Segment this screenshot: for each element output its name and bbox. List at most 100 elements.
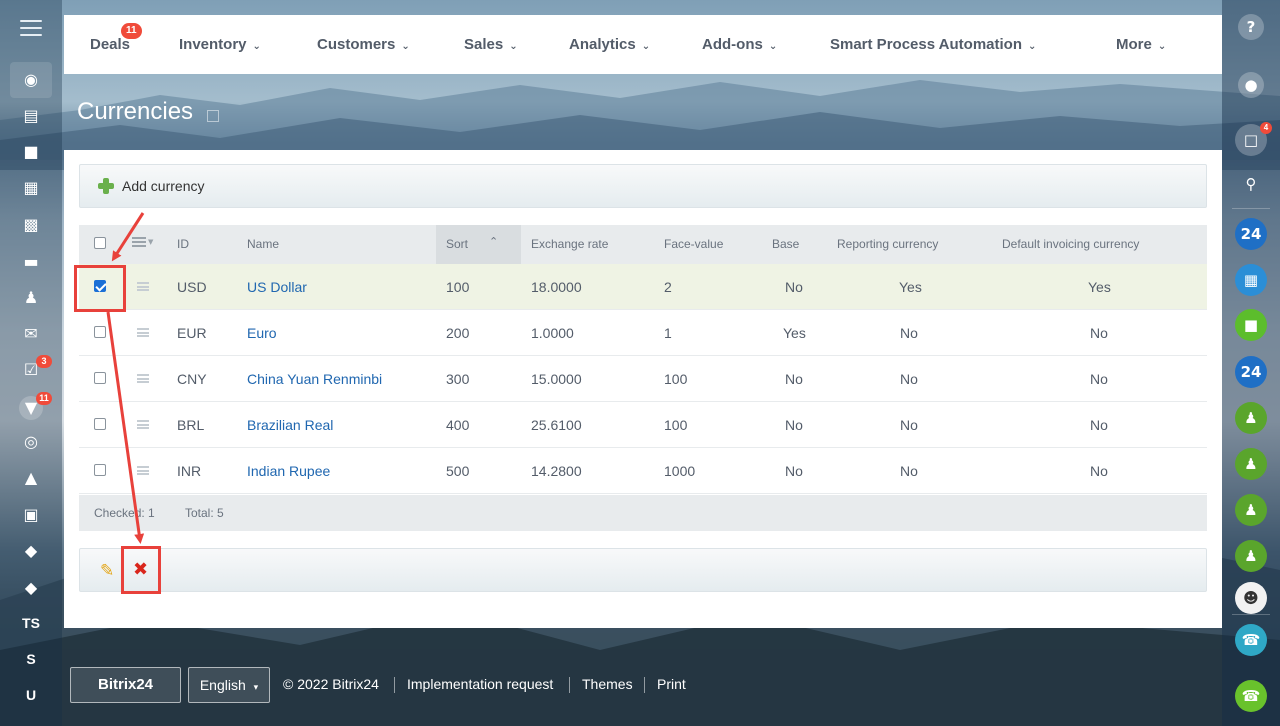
column-header-name[interactable]: Name <box>247 237 279 251</box>
cell-face-value: 2 <box>664 279 672 295</box>
chevron-down-icon: ⌄ <box>401 41 410 52</box>
call-icon[interactable]: ☎ <box>1235 680 1267 712</box>
grid-footer: Checked: 1 Total: 5 <box>79 495 1207 531</box>
column-header-reporting-currency[interactable]: Reporting currency <box>837 237 938 251</box>
menu-item-analytics[interactable]: Analytics ⌄ <box>569 15 650 74</box>
lock-icon[interactable]: ■ <box>1235 309 1267 341</box>
help-icon[interactable]: ? <box>1238 14 1264 40</box>
add-currency-button[interactable]: Add currency <box>80 165 220 207</box>
menu-item-addons[interactable]: Add-ons ⌄ <box>702 15 777 74</box>
column-header-id[interactable]: ID <box>177 237 189 251</box>
drive-icon[interactable]: ▬ <box>19 250 43 274</box>
divider <box>394 677 395 693</box>
table-row[interactable]: CNY China Yuan Renminbi 300 15.0000 100 … <box>79 356 1207 402</box>
column-header-face-value[interactable]: Face-value <box>664 237 723 251</box>
package-icon[interactable]: ◆ <box>19 576 43 600</box>
menu-toggle-icon[interactable] <box>20 20 42 36</box>
currency-name-link[interactable]: Euro <box>247 325 277 341</box>
bell-icon[interactable]: ● <box>1238 72 1264 98</box>
edit-pencil-icon[interactable]: ✎ <box>100 561 114 581</box>
group-chat-icon-3[interactable]: ♟ <box>1235 494 1267 526</box>
shortcut-s[interactable]: S <box>0 651 62 667</box>
menu-item-sales[interactable]: Sales ⌄ <box>464 15 518 74</box>
menu-item-label: Smart Process Automation <box>830 36 1022 53</box>
chevron-down-icon: ⌄ <box>509 41 518 52</box>
menu-item-inventory[interactable]: Inventory ⌄ <box>179 15 261 74</box>
menu-item-customers[interactable]: Customers ⌄ <box>317 15 410 74</box>
row-menu-icon[interactable] <box>137 282 149 291</box>
group-chat-icon-4[interactable]: ♟ <box>1235 540 1267 572</box>
column-settings-icon[interactable] <box>132 237 146 247</box>
cell-exchange-rate: 18.0000 <box>531 279 582 295</box>
row-menu-icon[interactable] <box>137 420 149 429</box>
table-row[interactable]: EUR Euro 200 1.0000 1 Yes No No <box>79 310 1207 356</box>
toolbar: Add currency <box>79 164 1207 208</box>
column-header-sort[interactable]: Sort <box>446 237 468 251</box>
sort-ascending-icon: ⌃ <box>489 235 499 248</box>
cell-reporting-currency: No <box>900 417 918 433</box>
mail-icon[interactable]: ✉ <box>19 322 43 346</box>
cell-exchange-rate: 25.6100 <box>531 417 582 433</box>
chat-icon[interactable]: ■ <box>19 140 43 164</box>
group-chat-icon-1[interactable]: ♟ <box>1235 402 1267 434</box>
bitrix24-button[interactable]: Bitrix24 <box>70 667 181 703</box>
shortcut-ts[interactable]: TS <box>0 615 62 631</box>
feed-icon[interactable]: ▤ <box>19 104 43 128</box>
add-currency-label: Add currency <box>122 178 205 194</box>
shortcut-u[interactable]: U <box>0 687 62 703</box>
column-header-exchange-rate[interactable]: Exchange rate <box>531 237 608 251</box>
b24-network-icon[interactable]: 24 <box>1235 356 1267 388</box>
row-checkbox[interactable] <box>94 464 106 476</box>
cell-reporting-currency: No <box>900 371 918 387</box>
column-header-default-invoicing-currency[interactable]: Default invoicing currency <box>1002 237 1139 251</box>
cell-reporting-currency: No <box>900 463 918 479</box>
cell-base: No <box>785 279 803 295</box>
cart-icon[interactable]: ▲ <box>19 466 43 490</box>
language-select[interactable]: English ▾ <box>188 667 270 703</box>
calendar-icon[interactable]: ▦ <box>19 176 43 200</box>
target-icon[interactable]: ◎ <box>19 430 43 454</box>
currency-name-link[interactable]: Brazilian Real <box>247 417 333 433</box>
document-icon[interactable]: ▩ <box>19 213 43 237</box>
currency-name-link[interactable]: US Dollar <box>247 279 307 295</box>
b24-support-icon[interactable]: 24 <box>1235 218 1267 250</box>
checked-count: Checked: 1 <box>94 506 155 520</box>
group-chat-icon-2[interactable]: ♟ <box>1235 448 1267 480</box>
contact-card-icon[interactable]: ▣ <box>19 503 43 527</box>
row-menu-icon[interactable] <box>137 328 149 337</box>
cell-default-invoicing: No <box>1090 463 1108 479</box>
box-icon[interactable]: ◆ <box>19 539 43 563</box>
divider <box>1232 208 1270 209</box>
menu-item-smart-process-automation[interactable]: Smart Process Automation ⌄ <box>830 15 1036 74</box>
calendar-icon[interactable]: ▦ <box>1235 264 1267 296</box>
select-all-checkbox[interactable] <box>94 237 106 249</box>
avatar[interactable]: ☻ <box>1235 582 1267 614</box>
print-link[interactable]: Print <box>657 676 686 692</box>
row-menu-icon[interactable] <box>137 466 149 475</box>
currency-name-link[interactable]: Indian Rupee <box>247 463 330 479</box>
themes-link[interactable]: Themes <box>582 676 633 692</box>
cell-reporting-currency: Yes <box>899 279 922 295</box>
cell-exchange-rate: 14.2800 <box>531 463 582 479</box>
language-label: English <box>199 677 246 693</box>
currency-name-link[interactable]: China Yuan Renminbi <box>247 371 382 387</box>
cell-face-value: 1000 <box>664 463 696 479</box>
implementation-request-link[interactable]: Implementation request <box>407 676 553 692</box>
row-menu-icon[interactable] <box>137 374 149 383</box>
annotation-highlight-checkbox <box>74 265 126 312</box>
group-action-bar: ✎ ✖ <box>79 548 1207 592</box>
favorite-icon[interactable] <box>207 110 219 122</box>
crm-icon[interactable]: ◉ <box>10 62 52 98</box>
table-row[interactable]: BRL Brazilian Real 400 25.6100 100 No No… <box>79 402 1207 448</box>
table-row[interactable]: INR Indian Rupee 500 14.2800 1000 No No … <box>79 448 1207 494</box>
row-checkbox[interactable] <box>94 418 106 430</box>
table-row[interactable]: USD US Dollar 100 18.0000 2 No Yes Yes <box>79 264 1207 310</box>
column-header-base[interactable]: Base <box>772 237 799 251</box>
group-icon[interactable]: ♟ <box>19 286 43 310</box>
menu-item-more[interactable]: More ⌄ <box>1116 15 1166 74</box>
phone-transfer-icon[interactable]: ☎ <box>1235 624 1267 656</box>
search-icon[interactable]: ⚲ <box>1235 168 1267 200</box>
row-checkbox[interactable] <box>94 372 106 384</box>
cell-id: CNY <box>177 371 207 387</box>
row-checkbox[interactable] <box>94 326 106 338</box>
